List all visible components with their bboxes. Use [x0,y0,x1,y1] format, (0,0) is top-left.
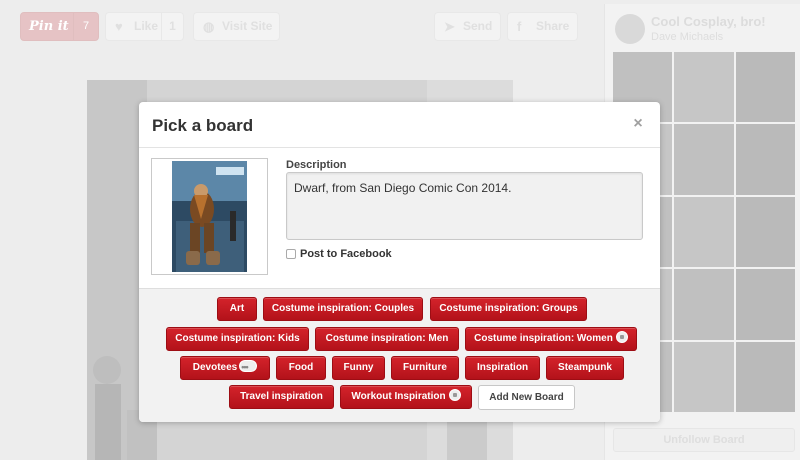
board-button-costume-women[interactable]: Costume inspiration: Women [465,327,637,351]
board-button-travel-inspiration[interactable]: Travel inspiration [229,385,334,409]
board-button-label: Inspiration [476,362,529,373]
board-button-costume-groups[interactable]: Costume inspiration: Groups [430,297,587,321]
board-button-costume-kids[interactable]: Costume inspiration: Kids [166,327,309,351]
board-button-label: Costume inspiration: Couples [271,303,415,314]
description-label: Description [286,159,347,171]
board-button-label: Travel inspiration [240,391,323,402]
add-new-board-button[interactable]: Add New Board [478,385,575,410]
dialog-header: Pick a board × [139,102,660,148]
post-to-facebook-checkbox[interactable] [286,249,296,259]
board-button-label: Workout Inspiration [351,391,446,402]
board-button-devotees[interactable]: Devotees [180,356,270,380]
board-button-inspiration[interactable]: Inspiration [465,356,540,380]
board-button-art[interactable]: Art [217,297,257,321]
dialog-title: Pick a board [152,116,254,135]
board-button-label: Furniture [403,362,447,373]
board-button-food[interactable]: Food [276,356,326,380]
post-to-facebook-label[interactable]: Post to Facebook [300,248,392,260]
board-button-label: Costume inspiration: Women [474,333,613,344]
board-button-furniture[interactable]: Furniture [391,356,459,380]
board-button-label: Art [229,303,245,314]
board-button-label: Costume inspiration: Kids [175,333,300,344]
lock-icon [448,389,461,402]
board-button-label: Costume inspiration: Groups [439,303,578,314]
board-button-steampunk[interactable]: Steampunk [546,356,624,380]
close-icon[interactable]: × [630,115,646,133]
board-button-funny[interactable]: Funny [332,356,385,380]
board-button-label: Funny [343,362,374,373]
board-button-label: Costume inspiration: Men [325,333,449,344]
lock-icon [615,331,628,344]
pin-thumbnail [151,158,268,275]
board-button-label: Steampunk [558,362,612,373]
board-button-label: Food [288,362,314,373]
pin-thumbnail-image [154,161,265,272]
board-button-label: Devotees [192,362,238,373]
board-button-workout-inspiration[interactable]: Workout Inspiration [340,385,472,409]
board-button-costume-men[interactable]: Costume inspiration: Men [315,327,459,351]
board-button-costume-couples[interactable]: Costume inspiration: Couples [263,297,423,321]
group-icon [239,356,258,378]
description-textarea[interactable]: Dwarf, from San Diego Comic Con 2014. [286,172,643,240]
pick-board-dialog: Pick a board × Description Dwarf, from S… [139,102,660,422]
